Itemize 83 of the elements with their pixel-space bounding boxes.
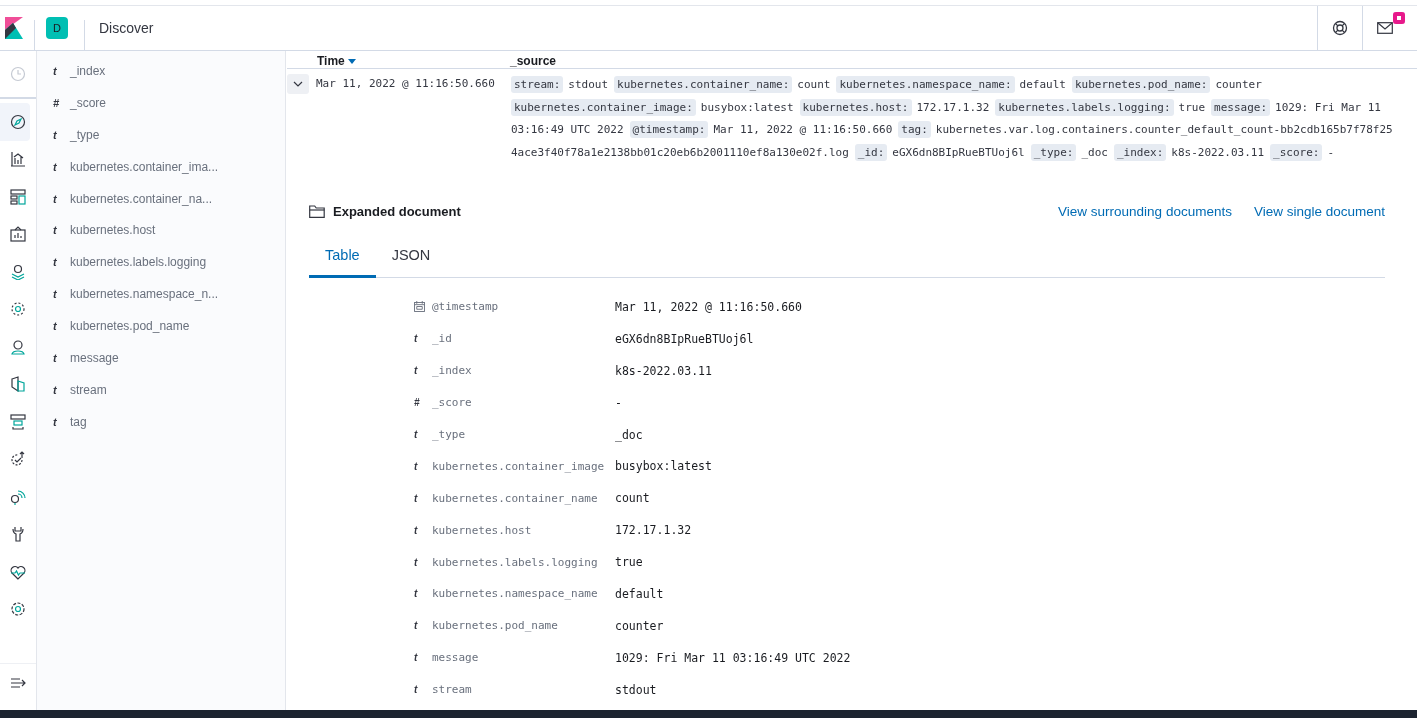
field-name: kubernetes.pod_name <box>432 619 559 633</box>
field-name[interactable]: _type <box>70 127 100 142</box>
field-name[interactable]: stream <box>70 382 107 397</box>
field-name[interactable]: kubernetes.host <box>70 223 156 238</box>
view-tab[interactable]: JSON <box>375 235 447 278</box>
field-value: true <box>615 555 643 570</box>
field-name[interactable]: tag <box>70 414 87 429</box>
field-name[interactable]: kubernetes.pod_name <box>70 319 190 334</box>
field-type-icon: t <box>414 460 432 472</box>
collapse-menu-icon[interactable] <box>10 675 26 691</box>
calendar-icon <box>414 301 425 313</box>
field-name[interactable]: _score <box>70 95 107 110</box>
field-name: _index <box>432 364 473 378</box>
field-type-icon: t <box>53 383 70 396</box>
field-type-icon: t <box>53 351 70 364</box>
field-value: - <box>615 395 622 410</box>
field-name: message <box>432 651 480 665</box>
field-type-icon: # <box>53 96 70 109</box>
page-title: Discover <box>99 20 154 36</box>
field-name: kubernetes.namespace_name <box>432 587 599 601</box>
field-type-icon: t <box>414 429 432 440</box>
field-type-icon: t <box>53 288 70 301</box>
field-type-icon: t <box>414 524 432 536</box>
field-value: Mar 11, 2022 @ 11:16:50.660 <box>615 299 802 314</box>
column-header[interactable]: _source <box>510 55 557 68</box>
field-name[interactable]: message <box>70 350 119 365</box>
collapse-row-button[interactable] <box>287 74 309 94</box>
field-name: _score <box>432 396 473 410</box>
field-name[interactable]: kubernetes.labels.logging <box>70 255 207 270</box>
source-cell-text: stream: stdout kubernetes.container_name: count kubernetes.namespace_name: default kubernetes.pod_name: counter kubernetes.container_image: busybox:latest kubernetes.host: 172.17.1.32 kubernetes.labels.logging: true message: 1029: Fri Mar 11 03:16:49 UTC 2022 @timestamp: Mar 11, 2022 @ 11:16:50.660 tag: kubernetes.var.log.containers.counter_default_count-bb2cdb165b7f78f254ace3f40f78a1e2138bb01c20eb6b2001110ef8a130e02f.log _id: eGX6dn8BIpRueBTUoj6l _type: _doc _index: k8s-2022.03.11 _score: - <box>511 75 1394 163</box>
field-type-icon: t <box>53 192 70 205</box>
field-type-icon: t <box>414 588 432 600</box>
field-value: default <box>615 586 664 601</box>
field-type-icon: t <box>414 556 432 568</box>
field-name: kubernetes.labels.logging <box>432 555 599 569</box>
field-value: 172.17.1.32 <box>615 523 692 538</box>
field-type-icon: t <box>53 320 70 333</box>
field-type-icon: t <box>414 652 432 664</box>
field-name: kubernetes.container_name <box>432 491 599 505</box>
field-value: 1029: Fri Mar 11 03:16:49 UTC 2022 <box>615 650 851 665</box>
document-link[interactable]: View surrounding documents <box>1058 204 1232 219</box>
view-tab[interactable]: Table <box>309 235 376 278</box>
document-link[interactable]: View single document <box>1253 204 1385 219</box>
field-name[interactable]: _index <box>70 63 106 78</box>
field-type-icon: t <box>53 128 70 141</box>
field-value: _doc <box>615 427 643 442</box>
field-type-icon: t <box>414 365 432 377</box>
field-type-icon: t <box>53 256 70 269</box>
field-name: @timestamp <box>432 300 500 314</box>
help-icon[interactable] <box>1332 20 1348 36</box>
field-name: _id <box>432 332 453 346</box>
field-type-icon: t <box>414 333 432 345</box>
field-name: kubernetes.container_image <box>432 459 606 473</box>
field-name: stream <box>432 683 473 697</box>
field-value: k8s-2022.03.11 <box>615 363 712 378</box>
field-type-icon: # <box>414 397 432 409</box>
field-value: count <box>615 491 650 506</box>
field-type-icon: t <box>53 415 70 428</box>
field-type-icon: t <box>414 620 432 632</box>
caret-icon <box>293 81 303 87</box>
field-name[interactable]: kubernetes.container_ima... <box>70 159 219 174</box>
field-type-icon: t <box>414 684 432 696</box>
space-avatar[interactable]: D <box>46 17 68 39</box>
folder-icon <box>309 205 325 218</box>
field-value: eGX6dn8BIpRueBTUoj6l <box>615 331 754 346</box>
section-title: Expanded document <box>333 204 461 219</box>
field-type-icon: t <box>414 492 432 504</box>
field-name[interactable]: kubernetes.container_na... <box>70 191 213 206</box>
field-type-icon: t <box>53 64 70 77</box>
field-type-icon: t <box>53 160 70 173</box>
column-header[interactable]: Time <box>287 55 510 68</box>
logo-icon[interactable] <box>5 17 23 39</box>
sort-arrow-icon[interactable] <box>347 59 356 64</box>
field-name: _type <box>432 428 467 441</box>
field-value: counter <box>615 618 664 633</box>
compass-nav-icon[interactable] <box>0 103 30 141</box>
field-value: stdout <box>615 682 657 697</box>
time-cell-text: Mar 11, 2022 @ 11:16:50.660 <box>316 76 496 90</box>
mail-icon[interactable] <box>1377 22 1393 34</box>
field-type-icon: t <box>53 224 70 237</box>
field-name[interactable]: kubernetes.namespace_n... <box>70 287 219 302</box>
field-value: busybox:latest <box>615 459 712 474</box>
field-name: kubernetes.host <box>432 523 533 537</box>
